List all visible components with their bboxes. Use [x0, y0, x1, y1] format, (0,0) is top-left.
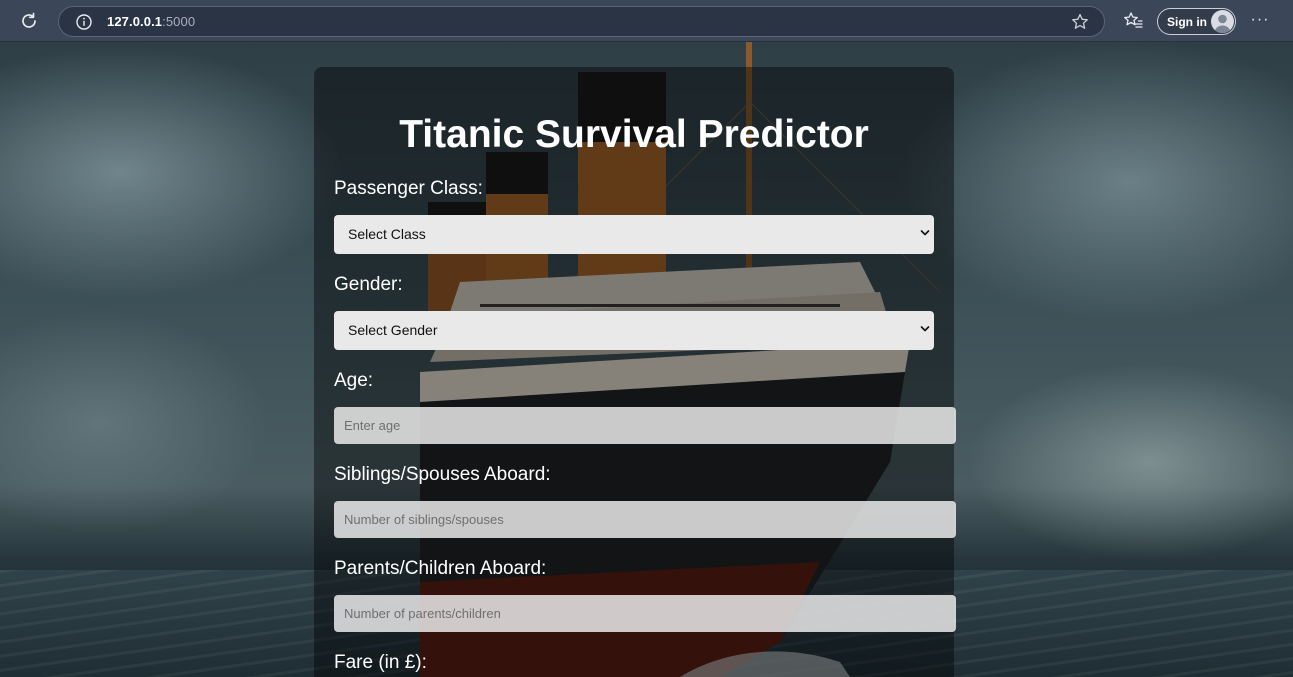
- siblings-spouses-placeholder: Number of siblings/spouses: [344, 512, 504, 527]
- browser-toolbar: 127.0.0.1:5000 Sign in ···: [0, 0, 1293, 42]
- page-title: Titanic Survival Predictor: [399, 113, 869, 156]
- age-placeholder: Enter age: [344, 418, 401, 433]
- favorites-icon[interactable]: [1122, 10, 1144, 32]
- url-host: 127.0.0.1: [107, 14, 163, 29]
- info-icon[interactable]: [75, 13, 93, 31]
- fare-label: Fare (in £):: [334, 652, 427, 673]
- chevron-down-icon: [920, 326, 930, 332]
- chevron-down-icon: [920, 230, 930, 236]
- siblings-spouses-input[interactable]: Number of siblings/spouses: [334, 501, 956, 538]
- gender-value: Select Gender: [348, 322, 438, 338]
- age-label: Age:: [334, 370, 374, 391]
- sign-in-label: Sign in: [1167, 15, 1207, 29]
- more-options-button[interactable]: ···: [1249, 10, 1271, 32]
- predictor-form-card: Titanic Survival Predictor Passenger Cla…: [314, 67, 956, 677]
- parents-children-label: Parents/Children Aboard:: [334, 558, 547, 579]
- siblings-spouses-label: Siblings/Spouses Aboard:: [334, 464, 551, 485]
- age-input[interactable]: Enter age: [334, 407, 956, 444]
- parents-children-placeholder: Number of parents/children: [344, 606, 501, 621]
- reload-button[interactable]: [17, 9, 41, 33]
- reload-icon: [22, 12, 36, 28]
- passenger-class-label: Passenger Class:: [334, 178, 483, 199]
- url-port: :5000: [162, 14, 196, 29]
- passenger-class-select[interactable]: Select Class: [334, 215, 934, 254]
- gender-label: Gender:: [334, 274, 403, 295]
- url-text[interactable]: 127.0.0.1:5000: [107, 14, 195, 29]
- gender-select[interactable]: Select Gender: [334, 311, 934, 350]
- page-background: Titanic Survival Predictor Passenger Cla…: [0, 42, 1293, 677]
- passenger-class-value: Select Class: [348, 226, 426, 242]
- address-bar[interactable]: 127.0.0.1:5000: [58, 6, 1105, 37]
- parents-children-input[interactable]: Number of parents/children: [334, 595, 956, 632]
- avatar-icon: [1211, 10, 1234, 33]
- sign-in-button[interactable]: Sign in: [1157, 8, 1236, 35]
- star-icon[interactable]: [1070, 12, 1090, 32]
